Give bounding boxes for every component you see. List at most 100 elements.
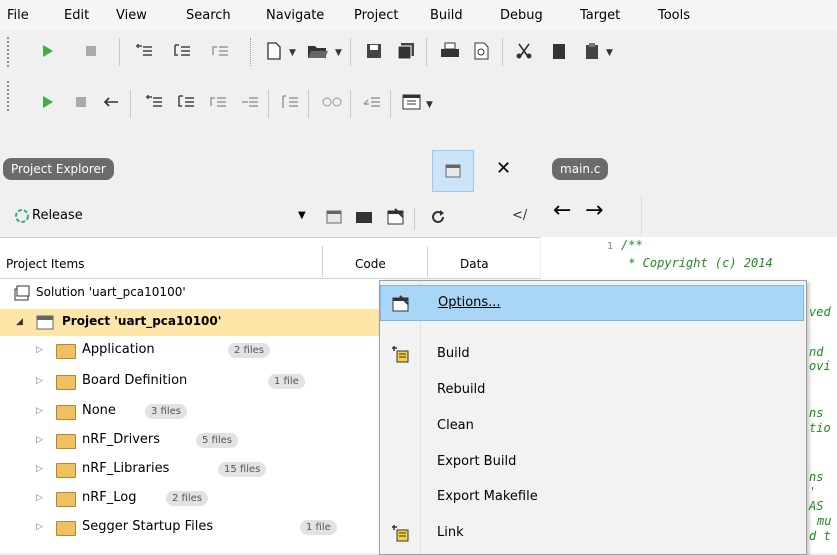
menu-item-export-build[interactable]: Export Build: [380, 445, 804, 479]
code-fragment[interactable]: mu: [817, 514, 831, 528]
run-to-cursor-icon[interactable]: [236, 88, 264, 116]
column-project-items[interactable]: Project Items: [6, 257, 84, 271]
menu-item-clean[interactable]: Clean: [380, 409, 804, 443]
menu-item-build[interactable]: Build: [380, 337, 804, 371]
menu-item-rebuild[interactable]: Rebuild: [380, 373, 804, 407]
folder-label: None: [82, 403, 116, 418]
code-fragment[interactable]: ns: [809, 470, 823, 484]
expand-icon[interactable]: ▷: [36, 493, 43, 503]
menu-view[interactable]: View: [116, 8, 147, 23]
step-over-icon[interactable]: [168, 37, 196, 65]
menu-target[interactable]: Target: [580, 8, 620, 23]
menu-build[interactable]: Build: [430, 8, 463, 23]
stop-icon[interactable]: [77, 37, 105, 65]
menu-tools[interactable]: Tools: [658, 8, 690, 23]
separator: [250, 38, 252, 66]
properties-icon: [392, 295, 409, 312]
chevron-down-icon[interactable]: ▼: [289, 48, 296, 58]
refresh-icon[interactable]: [424, 203, 452, 231]
pin-button[interactable]: [432, 150, 474, 192]
menu-item-export-makefile[interactable]: Export Makefile: [380, 480, 804, 514]
step-out-icon[interactable]: [204, 88, 232, 116]
build-icon: [392, 346, 409, 363]
code-line[interactable]: /**: [621, 238, 643, 252]
column-data[interactable]: Data: [460, 257, 489, 271]
collapse-icon[interactable]: ◢: [16, 317, 23, 327]
menu-project[interactable]: Project: [354, 8, 398, 23]
toolbar-main: ▼ ▼ ▼: [0, 30, 837, 74]
expand-icon[interactable]: ▷: [36, 406, 43, 416]
code-fragment[interactable]: tio: [809, 421, 831, 435]
menu-file[interactable]: File: [7, 8, 29, 23]
save-icon[interactable]: [360, 37, 388, 65]
column-code[interactable]: Code: [355, 257, 386, 271]
menu-item-label: Clean: [437, 418, 474, 433]
chevron-down-icon[interactable]: ▼: [426, 100, 433, 110]
chevron-down-icon[interactable]: ▼: [606, 48, 613, 58]
expand-icon[interactable]: ▷: [36, 464, 43, 474]
menu-item-options[interactable]: Options...: [380, 285, 804, 321]
folder-icon: [56, 405, 76, 420]
save-all-icon[interactable]: [392, 37, 420, 65]
print-icon[interactable]: [436, 37, 464, 65]
paste-icon[interactable]: [578, 37, 606, 65]
expand-icon[interactable]: ▷: [36, 435, 43, 445]
open-icon[interactable]: [304, 37, 332, 65]
toolbar-grip[interactable]: [6, 80, 10, 112]
context-menu: Options... Build Rebuild Clean Export Bu…: [379, 280, 807, 555]
copy-icon[interactable]: [545, 37, 573, 65]
chevron-down-icon[interactable]: ▼: [335, 48, 342, 58]
code-fragment[interactable]: ved: [809, 305, 831, 319]
cut-icon[interactable]: [510, 37, 538, 65]
menu-item-label: Link: [437, 525, 464, 540]
expand-icon[interactable]: ▷: [36, 345, 43, 355]
code-icon[interactable]: </: [512, 208, 527, 223]
separator: [502, 38, 503, 66]
code-fragment[interactable]: ovi: [809, 359, 831, 373]
window-icon[interactable]: [320, 203, 348, 231]
toolbar-grip[interactable]: [6, 36, 10, 68]
play-icon[interactable]: [34, 37, 62, 65]
menu-item-label: Options...: [438, 295, 501, 310]
chevron-down-icon: ▼: [298, 210, 306, 221]
folder-icon[interactable]: [350, 203, 378, 231]
new-file-icon[interactable]: [260, 37, 288, 65]
menu-edit[interactable]: Edit: [64, 8, 89, 23]
code-fragment[interactable]: nd: [809, 345, 823, 359]
step-over-icon[interactable]: [172, 88, 200, 116]
step-into-icon[interactable]: [130, 37, 158, 65]
menu-search[interactable]: Search: [186, 8, 231, 23]
watch-icon[interactable]: [318, 88, 346, 116]
code-fragment[interactable]: d t: [809, 529, 831, 543]
back-arrow-icon[interactable]: [97, 88, 125, 116]
tab-project-explorer[interactable]: Project Explorer: [3, 158, 114, 180]
file-count-badge: 5 files: [196, 433, 238, 448]
menu-navigate[interactable]: Navigate: [266, 8, 324, 23]
forward-arrow-icon[interactable]: →: [585, 198, 603, 223]
menu-item-label: Build: [437, 346, 470, 361]
expand-icon[interactable]: ▷: [36, 522, 43, 532]
configuration-select[interactable]: Release ▼: [10, 205, 310, 227]
step-into-icon[interactable]: [140, 88, 168, 116]
step-out-icon[interactable]: [206, 37, 234, 65]
menu-debug[interactable]: Debug: [500, 8, 543, 23]
break-icon[interactable]: [276, 88, 304, 116]
solution-icon: [14, 285, 30, 301]
memory-icon[interactable]: [398, 88, 426, 116]
separator: [308, 90, 309, 118]
close-icon[interactable]: ✕: [496, 158, 511, 179]
menu-item-link[interactable]: Link: [380, 516, 804, 550]
tab-main-c[interactable]: main.c: [552, 158, 609, 180]
code-fragment[interactable]: ns: [809, 406, 823, 420]
code-line[interactable]: * Copyright (c) 2014: [621, 256, 773, 270]
line-number: 1: [607, 241, 614, 252]
insert-icon[interactable]: [358, 88, 386, 116]
expand-icon[interactable]: ▷: [36, 376, 43, 386]
folder-label: Application: [82, 342, 155, 357]
back-arrow-icon[interactable]: ←: [553, 198, 571, 223]
code-fragment[interactable]: ' AS: [809, 485, 837, 513]
stop-icon[interactable]: [67, 88, 95, 116]
print-preview-icon[interactable]: [468, 37, 496, 65]
properties-icon[interactable]: [382, 203, 410, 231]
play-icon[interactable]: [34, 88, 62, 116]
